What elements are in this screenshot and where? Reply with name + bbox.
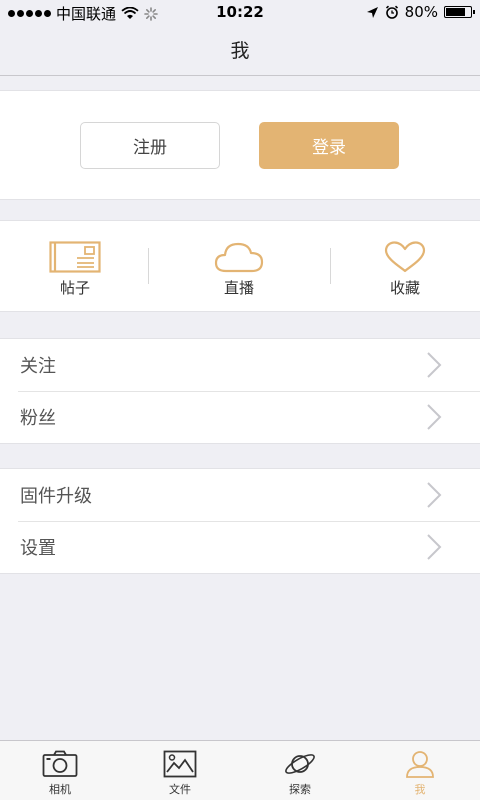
- image-icon: [163, 750, 197, 778]
- postcard-icon: [49, 241, 101, 273]
- tab-label: 相机: [49, 783, 71, 796]
- list-item-settings[interactable]: 设置: [0, 521, 480, 573]
- chevron-right-icon: [427, 404, 442, 430]
- stat-label-posts: 帖子: [59, 279, 90, 297]
- list-group-device: 固件升级 设置: [0, 468, 480, 574]
- list-group-social: 关注 粉丝: [0, 338, 480, 444]
- tab-explore[interactable]: 探索: [240, 741, 360, 800]
- list-item-follow[interactable]: 关注: [0, 339, 480, 391]
- stat-divider: [148, 248, 149, 284]
- alarm-icon: [385, 5, 398, 19]
- tab-bar: 相机 文件 探索 我: [0, 740, 480, 800]
- nav-bar: 我: [0, 24, 480, 76]
- register-button[interactable]: 注册: [80, 122, 220, 169]
- battery-icon: [444, 6, 475, 18]
- heart-icon: [384, 241, 426, 273]
- auth-card: 注册 登录: [0, 90, 480, 200]
- tab-label: 文件: [169, 783, 191, 796]
- stats-card: 帖子 直播 收藏: [0, 220, 480, 312]
- list-item-label: 粉丝: [20, 408, 56, 429]
- status-right: 80%: [366, 3, 475, 21]
- user-icon: [406, 751, 434, 778]
- list-item-label: 设置: [20, 538, 56, 559]
- list-item-firmware-upgrade[interactable]: 固件升级: [0, 469, 480, 521]
- cloud-icon: [214, 242, 264, 273]
- login-button[interactable]: 登录: [259, 122, 399, 169]
- camera-icon: [42, 750, 78, 777]
- battery-percent: 80%: [404, 3, 438, 21]
- planet-icon: [285, 754, 315, 774]
- tab-camera[interactable]: 相机: [0, 741, 120, 800]
- list-item-fans[interactable]: 粉丝: [0, 391, 480, 443]
- page-title: 我: [230, 40, 250, 62]
- stat-favorites[interactable]: 收藏: [330, 221, 480, 313]
- list-item-label: 关注: [20, 356, 56, 377]
- tab-files[interactable]: 文件: [120, 741, 240, 800]
- tab-me[interactable]: 我: [360, 741, 480, 800]
- stat-posts[interactable]: 帖子: [0, 221, 150, 313]
- status-bar: 中国联通 10:22 80%: [0, 0, 480, 24]
- stat-label-favorites: 收藏: [389, 279, 420, 297]
- chevron-right-icon: [427, 352, 442, 378]
- chevron-right-icon: [427, 534, 442, 560]
- stat-label-live: 直播: [223, 279, 254, 297]
- battery-fill: [446, 8, 466, 16]
- chevron-right-icon: [427, 482, 442, 508]
- tab-label: 我: [414, 783, 426, 796]
- list-item-label: 固件升级: [20, 486, 92, 507]
- stat-live[interactable]: 直播: [164, 221, 314, 313]
- tab-label: 探索: [289, 783, 311, 796]
- location-arrow-icon: [366, 6, 378, 18]
